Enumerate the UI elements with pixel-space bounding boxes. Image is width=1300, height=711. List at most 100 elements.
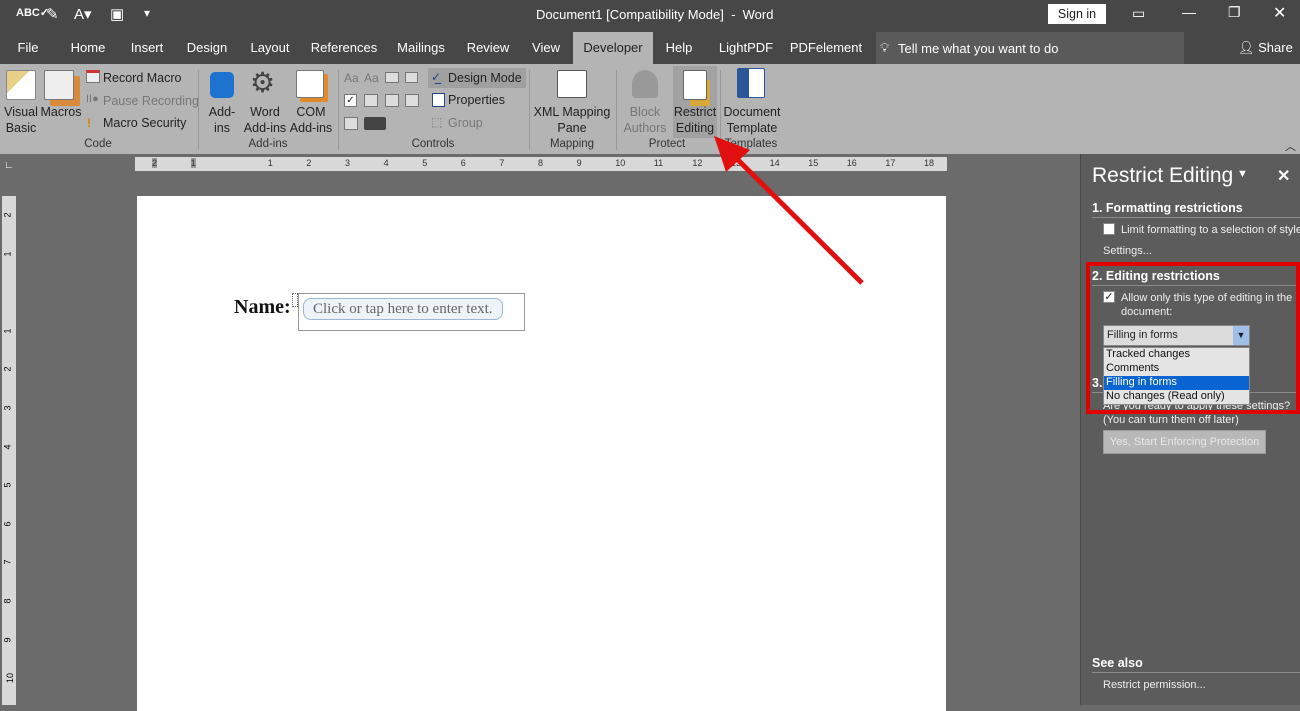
rich-text-control-icon[interactable]: Aa xyxy=(344,71,359,85)
font-icon[interactable]: A▾ xyxy=(74,5,92,23)
tab-insert[interactable]: Insert xyxy=(124,32,170,64)
divider xyxy=(529,70,530,150)
tab-view[interactable]: View xyxy=(526,32,566,64)
window-title: Document1 [Compatibility Mode] - Word xyxy=(536,7,774,22)
legacy-tools-icon[interactable] xyxy=(364,117,386,130)
picture-control-icon[interactable] xyxy=(385,72,399,83)
ruler-number: 8 xyxy=(2,598,13,604)
ruler-number: 10 xyxy=(5,673,16,684)
tab-mailings[interactable]: Mailings xyxy=(394,32,448,64)
ruler-number: 4 xyxy=(383,158,389,168)
building-block-icon[interactable] xyxy=(405,72,418,83)
pause-icon: II● xyxy=(86,93,99,105)
tab-developer[interactable]: Developer xyxy=(573,32,653,64)
tab-review[interactable]: Review xyxy=(464,32,512,64)
customize-qat-icon[interactable]: ▾ xyxy=(144,6,150,20)
xml-mapping-icon xyxy=(557,70,587,98)
ruler-number: 5 xyxy=(2,482,13,488)
tab-layout[interactable]: Layout xyxy=(246,32,294,64)
tab-lightpdf[interactable]: LightPDF xyxy=(712,32,780,64)
block-authors-button[interactable]: Block Authors xyxy=(620,104,670,136)
ruler-number: 9 xyxy=(2,637,13,643)
word-addins-button[interactable]: Word Add-ins xyxy=(240,104,290,136)
dropdown-list-icon[interactable] xyxy=(385,94,399,107)
date-picker-icon[interactable] xyxy=(405,94,419,107)
text-content-control[interactable]: Click or tap here to enter text. xyxy=(292,293,525,331)
pause-recording-button[interactable]: Pause Recording xyxy=(103,93,199,109)
visual-basic-button[interactable]: Visual Basic xyxy=(2,104,40,136)
collapse-ribbon-icon[interactable]: ︿ xyxy=(1285,138,1296,154)
spelling-icon[interactable]: ABC✓ xyxy=(16,6,49,19)
sign-in-button[interactable]: Sign in xyxy=(1048,4,1106,24)
divider xyxy=(338,70,339,150)
ruler-number: 4 xyxy=(2,444,13,450)
group-button[interactable]: Group xyxy=(448,115,483,131)
placeholder-text[interactable]: Click or tap here to enter text. xyxy=(303,298,503,320)
ruler-number: 1 xyxy=(2,251,13,257)
warning-icon: ! xyxy=(87,116,91,130)
tab-design[interactable]: Design xyxy=(182,32,232,64)
design-mode-button[interactable]: ✓̲ Design Mode xyxy=(428,68,526,88)
record-macro-button[interactable]: Record Macro xyxy=(103,70,182,86)
combo-box-icon[interactable] xyxy=(364,94,378,107)
macro-security-button[interactable]: Macro Security xyxy=(103,115,186,131)
macros-icon xyxy=(44,70,74,100)
ruler-number: 3 xyxy=(2,405,13,411)
plain-text-control-icon[interactable]: Aa xyxy=(364,71,379,85)
restore-icon[interactable]: ❐ xyxy=(1228,4,1241,21)
tab-selector[interactable]: ∟ xyxy=(4,160,14,171)
pane-options-chevron-icon[interactable]: ▼ xyxy=(1237,168,1248,180)
ribbon-display-icon[interactable]: ▭ xyxy=(1132,5,1145,22)
group-protect-label: Protect xyxy=(648,138,686,150)
ruler-number: 9 xyxy=(576,158,582,168)
name-label: Name: xyxy=(234,296,291,318)
ruler-number: 10 xyxy=(615,158,626,168)
tab-pdfelement[interactable]: PDFelement xyxy=(788,32,864,64)
tell-me-box[interactable]: 💡︎ Tell me what you want to do xyxy=(876,32,1184,64)
vertical-ruler[interactable]: 2 1 1 2 3 4 5 6 7 8 9 10 xyxy=(2,196,16,705)
group-addins-label: Add-ins xyxy=(248,138,288,150)
content-control-handle[interactable] xyxy=(292,293,298,307)
group-code-label: Code xyxy=(84,138,112,150)
ruler-number: 6 xyxy=(460,158,466,168)
group-controls-label: Controls xyxy=(411,138,455,150)
block-authors-icon xyxy=(632,70,658,98)
tab-references[interactable]: References xyxy=(308,32,380,64)
ruler-number: 5 xyxy=(422,158,428,168)
tab-home[interactable]: Home xyxy=(64,32,112,64)
xml-mapping-pane-button[interactable]: XML Mapping Pane xyxy=(532,104,612,136)
properties-button[interactable]: Properties xyxy=(448,92,505,108)
com-addins-button[interactable]: COM Add-ins xyxy=(288,104,334,136)
checkbox-control-icon[interactable]: ✓ xyxy=(344,94,357,107)
ruler-number: 6 xyxy=(2,521,13,527)
ruler-number: 1 xyxy=(267,158,273,168)
start-enforcing-button[interactable]: Yes, Start Enforcing Protection xyxy=(1103,430,1266,454)
tab-help[interactable]: Help xyxy=(662,32,696,64)
repeating-section-icon[interactable] xyxy=(344,117,358,130)
share-label: Share xyxy=(1258,40,1293,55)
lock-document-icon xyxy=(683,70,707,100)
record-macro-icon xyxy=(86,70,100,83)
ruler-number: 2 xyxy=(306,158,312,168)
save-icon[interactable]: ▣ xyxy=(110,5,124,23)
ribbon: Visual Basic Macros Record Macro II● Pau… xyxy=(0,64,1300,154)
settings-link[interactable]: Settings... xyxy=(1103,244,1152,258)
tab-file[interactable]: File xyxy=(8,32,48,64)
share-button[interactable]: 👤︎ Share xyxy=(1238,40,1293,56)
highlight-box xyxy=(1086,262,1300,414)
addins-button[interactable]: Add-ins xyxy=(204,104,240,136)
pane-close-icon[interactable]: ✕ xyxy=(1277,166,1290,186)
close-icon[interactable]: ✕ xyxy=(1273,3,1286,23)
gears-icon: ⚙ xyxy=(250,67,276,98)
limit-formatting-checkbox[interactable] xyxy=(1103,223,1115,235)
addins-icon xyxy=(210,72,234,98)
restrict-permission-link[interactable]: Restrict permission... xyxy=(1103,678,1206,692)
ruler-number: 7 xyxy=(499,158,505,168)
ruler-number: 1 xyxy=(190,158,196,168)
visual-basic-icon xyxy=(6,70,36,100)
draw-icon[interactable]: ✎ xyxy=(46,5,59,23)
properties-icon xyxy=(432,93,445,107)
restrict-editing-button[interactable]: Restrict Editing xyxy=(673,66,717,138)
macros-button[interactable]: Macros xyxy=(40,104,82,120)
minimize-icon[interactable]: — xyxy=(1182,4,1196,20)
